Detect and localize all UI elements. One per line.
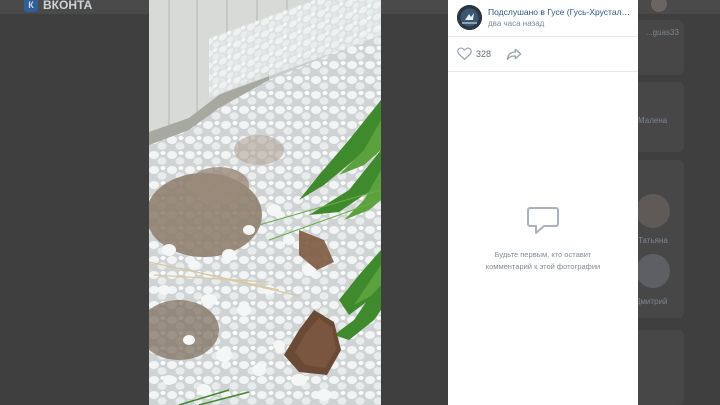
background-card [638, 330, 684, 405]
background-text: Татьяна [638, 236, 668, 245]
community-avatar[interactable] [457, 5, 482, 30]
hail-photo [149, 0, 381, 405]
user-avatar [651, 0, 667, 12]
photo-viewer[interactable] [149, 0, 381, 405]
vk-logo-text: ВКОНТА [43, 0, 93, 12]
post-actions: 328 [448, 38, 638, 72]
share-icon [506, 48, 522, 60]
comment-icon [527, 207, 559, 234]
background-text: Малена [638, 116, 668, 125]
vk-logo: К ВКОНТА [24, 0, 92, 12]
heart-icon [457, 47, 472, 60]
community-logo-icon [457, 5, 482, 30]
background-text: Дмитрий [635, 297, 668, 306]
share-button[interactable] [506, 47, 522, 66]
post-side-panel: Подслушано в Гусе (Гусь-Хрусталь... два … [448, 0, 638, 405]
empty-comments-text: Будьте первым, кто оставит комментарий к… [448, 249, 638, 273]
like-count: 328 [476, 48, 492, 59]
community-name-link[interactable]: Подслушано в Гусе (Гусь-Хрусталь... [488, 7, 633, 17]
empty-comments-line2: комментарий к этой фотографии [485, 262, 601, 271]
friend-avatar [636, 254, 670, 288]
like-button[interactable]: 328 [457, 47, 491, 60]
vk-logo-icon: К [24, 0, 38, 12]
background-text: ...guas33 [646, 28, 679, 37]
friend-avatar [636, 194, 670, 228]
post-time[interactable]: два часа назад [488, 19, 544, 28]
post-author-row: Подслушано в Гусе (Гусь-Хрусталь... два … [448, 0, 638, 37]
empty-comments-line1: Будьте первым, кто оставит [494, 250, 592, 259]
empty-comments: Будьте первым, кто оставит комментарий к… [448, 205, 638, 273]
